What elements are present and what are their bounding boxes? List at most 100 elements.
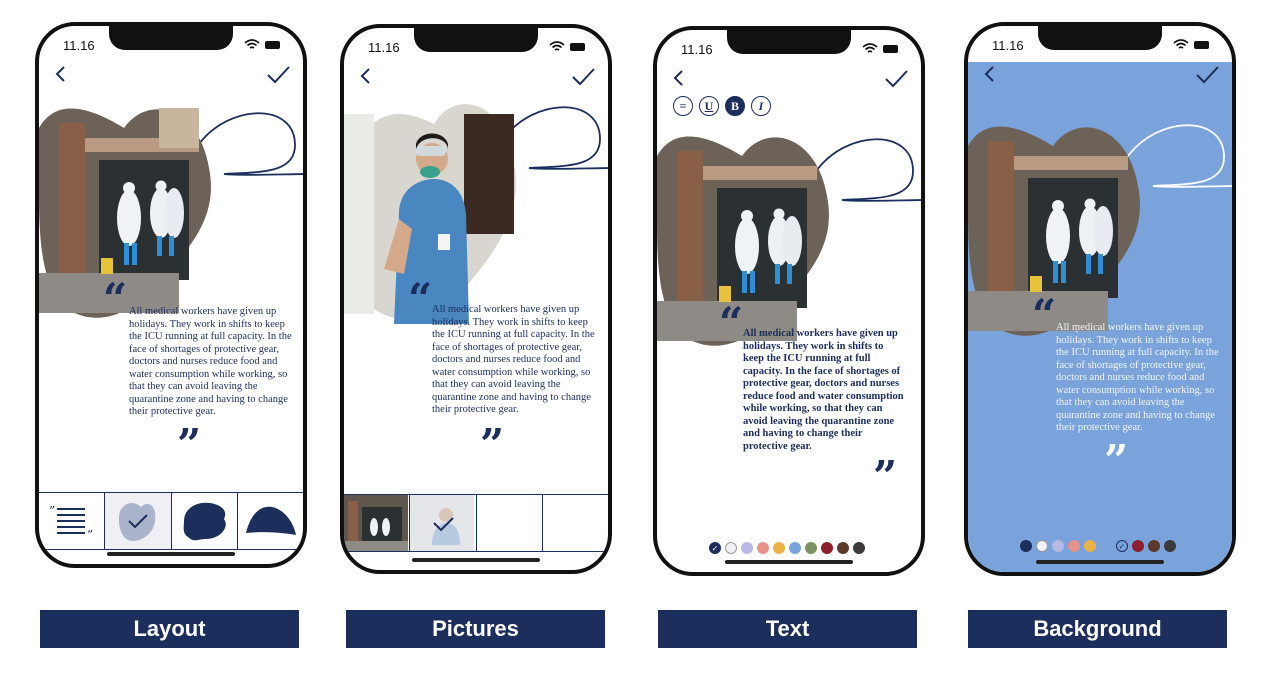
svg-text:”: ” <box>87 528 93 542</box>
back-chevron-icon[interactable] <box>980 64 1000 84</box>
color-swatch[interactable] <box>1164 540 1176 552</box>
layout-option-small-blob-selected[interactable] <box>105 493 172 549</box>
hospital-entrance-photo <box>657 136 829 346</box>
color-swatch-selected[interactable]: ✓ <box>709 542 721 554</box>
status-icons <box>244 39 280 49</box>
status-time: 11.16 <box>368 40 400 55</box>
small-blob-icon <box>119 502 156 541</box>
article-body-bold[interactable]: All medical workers have given up holida… <box>743 328 905 453</box>
status-icons <box>549 41 585 51</box>
home-indicator <box>725 560 853 564</box>
wifi-icon <box>862 43 878 53</box>
layout-screen: 11.16 “ All medical workers have given u… <box>39 26 303 564</box>
layout-options-tray: ” ” <box>39 492 303 550</box>
article-body[interactable]: All medical workers have given up holida… <box>129 306 294 419</box>
nurse-thumbnail <box>410 495 475 551</box>
color-swatch-selected[interactable]: ✓ <box>1116 540 1128 552</box>
status-icons <box>1173 39 1209 49</box>
notch <box>1038 26 1162 50</box>
background-screen: 11.16 “ All medical workers have given u… <box>968 26 1232 572</box>
status-time: 11.16 <box>992 38 1024 53</box>
wifi-icon <box>1173 39 1189 49</box>
large-blob-icon <box>183 502 226 541</box>
color-swatch[interactable] <box>757 542 769 554</box>
color-swatch[interactable] <box>1020 540 1032 552</box>
wave-blob-icon <box>245 506 296 535</box>
layout-option-wave-blob[interactable] <box>238 493 303 549</box>
battery-icon <box>1194 41 1209 49</box>
back-chevron-icon[interactable] <box>669 68 689 88</box>
caption-background: Background <box>968 610 1227 648</box>
quote-open-mark: “ <box>719 298 744 347</box>
caption-pictures: Pictures <box>346 610 605 648</box>
status-icons <box>862 43 898 53</box>
picture-option-hospital-entrance[interactable] <box>344 495 411 551</box>
quote-open-mark: “ <box>103 274 128 323</box>
article-body[interactable]: All medical workers have given up holida… <box>432 304 597 417</box>
confirm-check-icon[interactable] <box>570 66 596 88</box>
back-chevron-icon[interactable] <box>356 66 376 86</box>
phone-pictures: 11.16 “ All medical workers have given u… <box>340 24 612 574</box>
color-swatch[interactable] <box>853 542 865 554</box>
background-color-swatches: ✓ <box>1020 540 1176 552</box>
color-swatch[interactable] <box>1100 540 1112 552</box>
quote-close-mark: ” <box>177 420 202 469</box>
picture-option-empty-2[interactable] <box>543 495 608 551</box>
phone-layout: 11.16 “ All medical workers have given u… <box>35 22 307 568</box>
hospital-entrance-thumbnail <box>344 495 408 551</box>
color-swatch[interactable] <box>789 542 801 554</box>
color-swatch[interactable] <box>821 542 833 554</box>
quote-close-mark: ” <box>480 420 505 469</box>
text-color-swatches: ✓ <box>709 542 865 554</box>
wifi-icon <box>549 41 565 51</box>
color-swatch[interactable] <box>837 542 849 554</box>
wifi-icon <box>244 39 260 49</box>
bold-button-active[interactable]: B <box>725 96 745 116</box>
underline-button[interactable]: U <box>699 96 719 116</box>
home-indicator <box>107 552 235 556</box>
phone-background: 11.16 “ All medical workers have given u… <box>964 22 1236 576</box>
text-layout-icon: ” ” <box>49 504 93 542</box>
picture-options-tray <box>344 494 608 552</box>
pictures-screen: 11.16 “ All medical workers have given u… <box>344 28 608 570</box>
back-chevron-icon[interactable] <box>51 64 71 84</box>
color-swatch[interactable] <box>773 542 785 554</box>
quote-close-mark: ” <box>1104 436 1129 485</box>
home-indicator <box>1036 560 1164 564</box>
text-screen: 11.16 ≡ U B I “ All medical workers have… <box>657 30 921 572</box>
picture-option-nurse-selected[interactable] <box>410 495 477 551</box>
color-swatch[interactable] <box>1148 540 1160 552</box>
color-swatch[interactable] <box>1052 540 1064 552</box>
article-body-light[interactable]: All medical workers have given up holida… <box>1056 322 1220 435</box>
notch <box>414 28 538 52</box>
color-swatch[interactable] <box>805 542 817 554</box>
italic-button[interactable]: I <box>751 96 771 116</box>
status-time: 11.16 <box>63 38 95 53</box>
confirm-check-icon[interactable] <box>1194 64 1220 86</box>
align-button[interactable]: ≡ <box>673 96 693 116</box>
layout-option-large-blob[interactable] <box>172 493 238 549</box>
quote-open-mark: “ <box>1032 290 1057 339</box>
quote-open-mark: “ <box>408 274 433 323</box>
confirm-check-icon[interactable] <box>883 68 909 90</box>
layout-option-text-only[interactable]: ” ” <box>39 493 106 549</box>
quote-close-mark: ” <box>873 452 898 501</box>
color-swatch[interactable] <box>1036 540 1048 552</box>
notch <box>727 30 851 54</box>
svg-text:”: ” <box>49 504 55 518</box>
battery-icon <box>265 41 280 49</box>
caption-text: Text <box>658 610 917 648</box>
color-swatch[interactable] <box>1132 540 1144 552</box>
battery-icon <box>570 43 585 51</box>
color-swatch[interactable] <box>741 542 753 554</box>
notch <box>109 26 233 50</box>
home-indicator <box>412 558 540 562</box>
color-swatch[interactable] <box>1068 540 1080 552</box>
confirm-check-icon[interactable] <box>265 64 291 86</box>
color-swatch[interactable] <box>725 542 737 554</box>
battery-icon <box>883 45 898 53</box>
picture-option-empty-1[interactable] <box>477 495 543 551</box>
color-swatch[interactable] <box>1084 540 1096 552</box>
caption-layout: Layout <box>40 610 299 648</box>
status-time: 11.16 <box>681 42 713 57</box>
